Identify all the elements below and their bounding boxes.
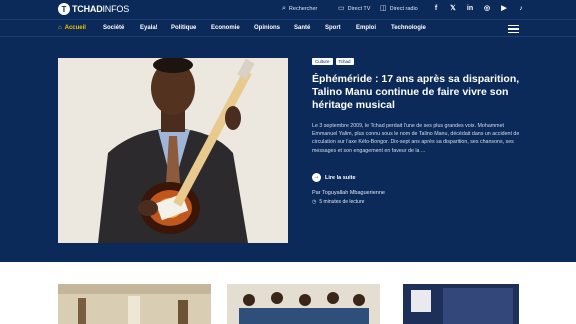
direct-radio-link[interactable]: ◫ Direct radio [380,5,418,12]
article-author: Par Toguyallah Mbaguerienne [312,190,385,196]
article-card[interactable] [403,284,519,324]
nav-item-sante[interactable]: Santé [294,25,310,31]
home-icon: ⌂ [58,25,62,31]
read-time-label: 5 minutes de lecture [319,199,365,205]
linkedin-icon[interactable]: in [466,4,474,13]
nav-item-sport[interactable]: Sport [325,25,341,31]
nav-item-societe[interactable]: Société [103,25,124,31]
search-icon: ⌕ [282,5,286,12]
logo-text-bold: TCHAD [72,4,103,14]
nav-item-emploi[interactable]: Emploi [356,25,376,31]
article-title[interactable]: Éphéméride : 17 ans après sa disparition… [312,73,527,112]
direct-tv-label: Direct TV [347,5,371,12]
article-card-image [58,284,211,324]
article-card[interactable] [227,284,380,324]
main-nav: ⌂ Accueil Société Eyala! Politique Econo… [0,19,576,37]
article-excerpt: Le 3 septembre 2009, le Tchad perdait l'… [312,123,520,154]
menu-icon[interactable] [508,25,519,33]
tag-culture[interactable]: Culture [312,58,333,65]
logo-text: TCHADINFOS [72,4,129,14]
read-time: ◷ 5 minutes de lecture [312,199,364,205]
top-bar: T TCHADINFOS ⌕ Rechercher ▭ Direct TV ◫ … [0,0,576,19]
musician-photo [58,58,288,243]
direct-tv-link[interactable]: ▭ Direct TV [338,5,370,12]
arrow-right-icon: → [312,173,321,182]
hero-image[interactable] [58,58,288,243]
nav-item-eyala[interactable]: Eyala! [140,25,158,31]
tag-tchad[interactable]: Tchad [335,58,354,65]
instagram-icon[interactable]: ◎ [483,4,491,13]
article-card-image [227,284,380,324]
read-more-button[interactable]: → Lire la suite [312,173,356,182]
social-links: f 𝕏 in ◎ ▶ ♪ [432,4,525,13]
x-icon[interactable]: 𝕏 [449,4,457,13]
nav-item-accueil[interactable]: ⌂ Accueil [58,25,86,31]
nav-item-opinions[interactable]: Opinions [254,25,280,31]
direct-radio-label: Direct radio [389,5,418,12]
search-label: Rechercher [288,5,318,12]
facebook-icon[interactable]: f [432,4,440,13]
article-tags: Culture Tchad [312,58,354,65]
radio-icon: ◫ [380,5,387,12]
site-logo[interactable]: T TCHADINFOS [58,3,129,15]
article-card-image [403,284,519,324]
search-link[interactable]: ⌕ Rechercher [282,5,317,12]
logo-text-light: INFOS [102,4,130,14]
nav-item-politique[interactable]: Politique [171,25,196,31]
read-more-label: Lire la suite [325,174,356,181]
article-card[interactable] [58,284,211,324]
nav-item-technologie[interactable]: Technologie [391,25,426,31]
tv-icon: ▭ [338,5,345,12]
tiktok-icon[interactable]: ♪ [517,4,525,13]
clock-icon: ◷ [312,199,317,205]
youtube-icon[interactable]: ▶ [500,4,508,13]
nav-item-label: Accueil [64,25,86,31]
nav-item-economie[interactable]: Economie [211,25,240,31]
logo-mark: T [58,3,70,15]
